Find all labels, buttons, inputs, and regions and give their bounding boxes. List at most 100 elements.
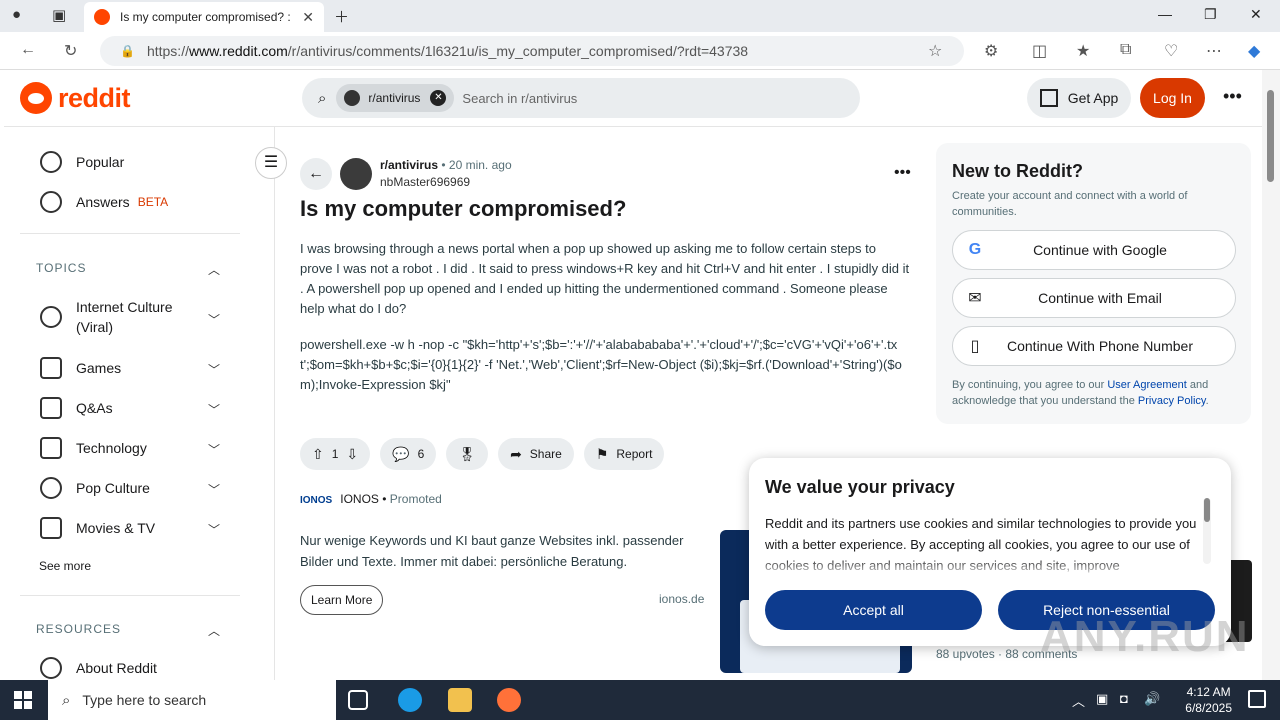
- subreddit-chip[interactable]: r/antivirus ✕: [336, 84, 455, 112]
- subreddit-avatar: [344, 90, 361, 106]
- subreddit-avatar[interactable]: [340, 158, 372, 190]
- topics-header[interactable]: TOPICS: [36, 261, 86, 275]
- windows-start-icon[interactable]: [14, 691, 32, 709]
- sidebar-divider: [20, 595, 240, 596]
- phone-icon: ▯: [970, 338, 980, 355]
- sidebar-item-pop-culture[interactable]: Pop Culture: [40, 477, 150, 499]
- upvote-icon[interactable]: ⇧: [312, 446, 324, 463]
- about-label: About Reddit: [76, 660, 157, 676]
- chevron-down-icon[interactable]: ﹀: [208, 521, 220, 538]
- ad-domain[interactable]: ionos.de: [659, 592, 704, 606]
- chip-close-icon[interactable]: ✕: [430, 90, 447, 106]
- resources-header[interactable]: RESOURCES: [36, 622, 121, 636]
- volume-icon[interactable]: 🔊: [1144, 691, 1160, 707]
- close-tab-icon[interactable]: ✕: [302, 9, 314, 26]
- url-path: /r/antivirus/comments/1l6321u/is_my_comp…: [287, 43, 749, 59]
- ionos-logo[interactable]: IONOS: [300, 495, 332, 506]
- chevron-up-icon[interactable]: ︿: [208, 261, 220, 278]
- browser-tab-active[interactable]: Is my computer compromised? : ✕: [84, 2, 324, 32]
- chevron-down-icon[interactable]: ﹀: [208, 441, 220, 458]
- report-label: Report: [616, 447, 653, 461]
- close-window-icon[interactable]: ✕: [1250, 6, 1262, 23]
- url-field[interactable]: 🔒 https://www.reddit.com/r/antivirus/com…: [100, 36, 964, 66]
- post-more-icon[interactable]: •••: [894, 164, 911, 182]
- movies-tv-icon: [40, 517, 62, 539]
- address-bar-row: ← ↻ 🔒 https://www.reddit.com/r/antivirus…: [0, 32, 1280, 70]
- ad-brand[interactable]: IONOS: [340, 492, 379, 506]
- privacy-scrollbar[interactable]: [1203, 498, 1211, 564]
- continue-email-button[interactable]: ✉ Continue with Email: [952, 278, 1236, 318]
- report-button[interactable]: ⚑ Report: [583, 438, 665, 470]
- tray-wifi-icon[interactable]: ◘: [1120, 691, 1128, 706]
- file-explorer-icon[interactable]: [448, 688, 472, 712]
- firefox-icon[interactable]: [497, 688, 521, 712]
- chevron-down-icon[interactable]: ﹀: [208, 481, 220, 498]
- clock[interactable]: 4:12 AM 6/8/2025: [1185, 684, 1232, 716]
- chevron-down-icon[interactable]: ﹀: [208, 311, 220, 328]
- taskbar-search-input[interactable]: ⌕ Type here to search: [48, 680, 336, 720]
- comments-button[interactable]: 💬 6: [380, 438, 437, 470]
- tray-network-icon[interactable]: ▣: [1096, 691, 1108, 707]
- split-screen-icon[interactable]: ◫: [1032, 41, 1047, 61]
- search-input[interactable]: ⌕ r/antivirus ✕ Search in r/antivirus: [302, 78, 860, 118]
- tray-chevron-icon[interactable]: ︿: [1072, 691, 1085, 710]
- favorites-icon[interactable]: ★: [1076, 41, 1090, 61]
- learn-more-button[interactable]: Learn More: [300, 585, 384, 615]
- maximize-icon[interactable]: ❐: [1204, 6, 1217, 23]
- new-tab-icon[interactable]: ＋: [334, 6, 349, 27]
- chevron-down-icon[interactable]: ﹀: [208, 401, 220, 418]
- sidebar-item-internet-culture[interactable]: Internet Culture (Viral): [40, 297, 190, 337]
- downvote-icon[interactable]: ⇩: [346, 446, 358, 463]
- continue-phone-button[interactable]: ▯ Continue With Phone Number: [952, 326, 1236, 366]
- scrollbar-thumb[interactable]: [1267, 90, 1274, 182]
- browser-tab-strip: ● ▣ Is my computer compromised? : ✕ ＋ — …: [0, 0, 1280, 32]
- privacy-scrollbar-thumb[interactable]: [1204, 498, 1210, 522]
- user-agreement-link[interactable]: User Agreement: [1107, 379, 1186, 391]
- edge-icon[interactable]: [398, 688, 422, 712]
- get-app-button[interactable]: Get App: [1027, 78, 1131, 118]
- back-button[interactable]: ←: [300, 158, 332, 190]
- refresh-icon[interactable]: ↻: [64, 41, 77, 61]
- collections-icon[interactable]: ⧉: [1120, 41, 1131, 59]
- sidebar-item-qas[interactable]: Q&As: [40, 397, 113, 419]
- profile-icon[interactable]: ●: [12, 6, 21, 23]
- legal-post: .: [1205, 395, 1209, 407]
- chevron-down-icon[interactable]: ﹀: [208, 361, 220, 378]
- sidebar-item-popular[interactable]: Popular: [40, 151, 124, 173]
- subreddit-link[interactable]: r/antivirus: [380, 158, 438, 172]
- login-button[interactable]: Log In: [1140, 78, 1205, 118]
- back-nav-icon[interactable]: ←: [20, 41, 36, 59]
- chevron-up-icon[interactable]: ︿: [208, 622, 220, 639]
- vote-control: ⇧ 1 ⇩: [300, 438, 371, 470]
- award-button[interactable]: 🎖: [446, 438, 489, 470]
- see-more-link[interactable]: See more: [39, 559, 91, 573]
- tab-actions-icon[interactable]: ▣: [52, 6, 66, 24]
- sidebar-item-movies-tv[interactable]: Movies & TV: [40, 517, 155, 539]
- notification-icon[interactable]: [1248, 690, 1266, 708]
- signup-subtitle: Create your account and connect with a w…: [952, 190, 1188, 218]
- task-view-icon[interactable]: [348, 690, 368, 710]
- share-button[interactable]: ➦ Share: [498, 438, 574, 470]
- flag-icon: ⚑: [595, 445, 609, 462]
- ad-text[interactable]: Nur wenige Keywords und KI baut ganze We…: [300, 530, 710, 572]
- settings-more-icon[interactable]: ⋯: [1206, 41, 1222, 61]
- post-author[interactable]: nbMaster696969: [380, 175, 470, 189]
- privacy-policy-link[interactable]: Privacy Policy: [1138, 395, 1206, 407]
- more-options-icon[interactable]: •••: [1223, 86, 1242, 107]
- sidebar-item-about[interactable]: About Reddit: [40, 657, 157, 679]
- browser-essentials-icon[interactable]: ♡: [1164, 41, 1178, 61]
- minimize-icon[interactable]: —: [1158, 6, 1172, 22]
- accept-all-button[interactable]: Accept all: [765, 590, 982, 630]
- continue-google-button[interactable]: G Continue with Google: [952, 230, 1236, 270]
- topic-label: Pop Culture: [76, 480, 150, 496]
- sidebar-item-technology[interactable]: Technology: [40, 437, 147, 459]
- reddit-logo[interactable]: reddit: [20, 82, 131, 114]
- extensions-icon[interactable]: ⚙: [984, 41, 998, 61]
- sidebar-item-games[interactable]: Games: [40, 357, 121, 379]
- copilot-icon[interactable]: ◆: [1248, 41, 1260, 61]
- page-scrollbar[interactable]: [1262, 70, 1280, 680]
- favorite-star-icon[interactable]: ☆: [928, 41, 942, 61]
- beta-badge: BETA: [137, 195, 169, 209]
- menu-toggle-icon[interactable]: ☰: [255, 147, 287, 179]
- sidebar-item-answers[interactable]: Answers BETA: [40, 191, 168, 213]
